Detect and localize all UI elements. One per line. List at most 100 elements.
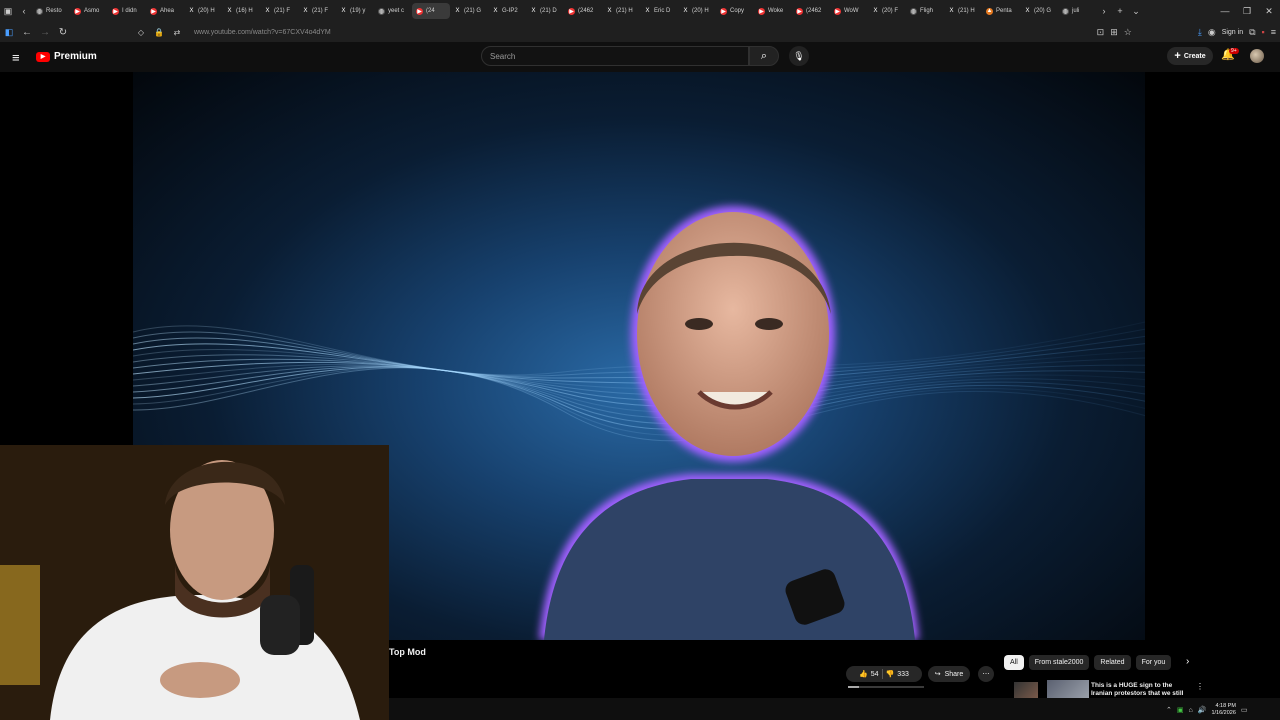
tab[interactable]: ▶ (24 xyxy=(412,3,450,19)
youtube-icon: ▶ xyxy=(758,7,765,15)
create-label: Create xyxy=(1183,52,1206,60)
download-icon[interactable]: ⤓ xyxy=(1198,27,1202,38)
tab[interactable]: ◍ Resto xyxy=(32,3,70,19)
tab-scroll-left-icon[interactable]: ‹ xyxy=(16,3,32,19)
tab-scroll-right-icon[interactable]: › xyxy=(1096,3,1112,19)
screenshot-icon[interactable]: ⊡ xyxy=(1097,27,1105,38)
connection-icon[interactable]: ⇄ xyxy=(168,22,186,42)
chip[interactable]: Related xyxy=(1094,655,1131,670)
menu-icon[interactable]: ≡ xyxy=(1271,27,1276,37)
tab-strip: ◍ Resto ▶ Asmo ▶ I didn ▶ Ahea X (20) H X (16) H X (2… xyxy=(32,3,1096,19)
tab[interactable]: X (21) F xyxy=(260,3,298,19)
youtube-icon: ▶ xyxy=(796,7,803,15)
tab[interactable]: X Eric D xyxy=(640,3,678,19)
address-right-tools: ⊡ ⊞ ☆ ⤓ ◉ Sign in ⧉ ▪ ≡ xyxy=(1097,22,1276,42)
tab[interactable]: ▶ Woke xyxy=(754,3,792,19)
tab[interactable]: X (21) D xyxy=(526,3,564,19)
tab-label: yeet c xyxy=(388,8,405,14)
tab[interactable]: ▶ (2462 xyxy=(792,3,830,19)
tab[interactable]: ▶ Copy xyxy=(716,3,754,19)
tab[interactable]: X G-IP2 xyxy=(488,3,526,19)
tab[interactable]: ▲ Penta xyxy=(982,3,1020,19)
bookmark-star-icon[interactable]: ☆ xyxy=(1124,27,1132,38)
forward-icon[interactable]: → xyxy=(36,22,54,42)
tab-label: juli xyxy=(1072,8,1080,14)
x-icon: X xyxy=(531,8,536,14)
volume-icon[interactable]: 🔊 xyxy=(1198,706,1207,714)
clock-time: 4:18 PM xyxy=(1215,703,1236,709)
tab[interactable]: ◍ Fligh xyxy=(906,3,944,19)
account-icon[interactable]: ◉ xyxy=(1208,27,1216,38)
tab[interactable]: X (20) F xyxy=(868,3,906,19)
network-icon[interactable]: ⌂ xyxy=(1189,707,1193,714)
tab-label: Eric D xyxy=(654,8,671,14)
tab-actions-icon[interactable]: ▣ xyxy=(0,3,16,19)
ublock-icon[interactable]: ▪ xyxy=(1262,27,1265,37)
system-tray: ⌃ ▣ ⌂ 🔊 4:18 PM 1/16/2026 ▭ xyxy=(1166,700,1280,720)
tab[interactable]: X (20) H xyxy=(184,3,222,19)
sign-in-button[interactable]: Sign in xyxy=(1222,29,1243,36)
tab-label: (21) G xyxy=(464,8,482,14)
youtube-premium-logo[interactable]: ▶ Premium xyxy=(36,51,97,62)
chip[interactable]: For you xyxy=(1135,655,1172,670)
tab-list-icon[interactable]: ⌄ xyxy=(1128,3,1144,19)
notification-center-icon[interactable]: ▭ xyxy=(1241,706,1248,714)
tab[interactable]: X (21) H xyxy=(602,3,640,19)
clock[interactable]: 4:18 PM 1/16/2026 xyxy=(1211,703,1235,717)
tab-label: Woke xyxy=(768,8,784,14)
tab[interactable]: ▶ I didn xyxy=(108,3,146,19)
share-label: Share xyxy=(944,670,964,678)
url-field[interactable]: www.youtube.com/watch?v=67CXV4o4dYM xyxy=(194,29,331,36)
x-icon: X xyxy=(607,8,612,14)
share-group: ↪ Share xyxy=(928,666,970,682)
avatar[interactable] xyxy=(1250,49,1264,63)
chip[interactable]: All xyxy=(1004,655,1024,670)
sidebar-toggle-icon[interactable]: ◧ xyxy=(0,22,18,42)
tab[interactable]: X (16) H xyxy=(222,3,260,19)
tab[interactable]: ▶ Asmo xyxy=(70,3,108,19)
guide-menu-icon[interactable]: ≡ xyxy=(12,50,20,65)
tab[interactable]: X (21) G xyxy=(450,3,488,19)
recommended-video[interactable]: This is a HUGE sign to the Iranian prote… xyxy=(1004,680,1204,698)
tab-label: Ahea xyxy=(160,8,175,14)
tab[interactable]: X (21) H xyxy=(944,3,982,19)
tab[interactable]: X (19) y xyxy=(336,3,374,19)
reader-icon[interactable]: ⊞ xyxy=(1110,27,1118,38)
tab[interactable]: ▶ Ahea xyxy=(146,3,184,19)
back-icon[interactable]: ← xyxy=(18,22,36,42)
dislike-button[interactable]: 👎 333 xyxy=(886,670,909,679)
tray-chevron-icon[interactable]: ⌃ xyxy=(1166,706,1172,714)
voice-search-button[interactable]: 🎙 xyxy=(789,46,809,66)
search-button[interactable]: ⌕ xyxy=(749,46,779,66)
tab-label: (2462 xyxy=(578,8,594,14)
chevron-right-icon[interactable]: › xyxy=(1186,656,1189,667)
tab-label: (19) y xyxy=(350,8,366,14)
minimize-icon[interactable]: — xyxy=(1214,0,1236,22)
lock-icon[interactable]: 🔒 xyxy=(150,22,168,42)
new-tab-icon[interactable]: + xyxy=(1112,3,1128,19)
share-button[interactable]: ↪ Share xyxy=(928,666,970,682)
like-button[interactable]: 👍 54 xyxy=(859,670,879,679)
tab-label: (24 xyxy=(426,8,435,14)
tab[interactable]: X (20) H xyxy=(678,3,716,19)
globe-icon: ◍ xyxy=(1062,7,1069,15)
tray-app-icon[interactable]: ▣ xyxy=(1177,706,1184,714)
chip[interactable]: From stale2000 xyxy=(1028,655,1090,670)
shield-icon[interactable]: ◇ xyxy=(132,22,150,42)
like-count: 54 xyxy=(870,670,879,678)
search-input[interactable]: Search xyxy=(481,46,749,66)
tab[interactable]: ▶ (2462 xyxy=(564,3,602,19)
tab[interactable]: X (20) G xyxy=(1020,3,1058,19)
more-actions-button[interactable]: ⋯ xyxy=(978,666,994,682)
tab[interactable]: X (21) F xyxy=(298,3,336,19)
restore-icon[interactable]: ❐ xyxy=(1236,0,1258,22)
tab[interactable]: ◍ juli xyxy=(1058,3,1096,19)
more-vertical-icon[interactable]: ⋮ xyxy=(1196,682,1204,691)
tab[interactable]: ◍ yeet c xyxy=(374,3,412,19)
close-icon[interactable]: ✕ xyxy=(1258,0,1280,22)
presenter-figure xyxy=(539,206,919,640)
tab[interactable]: ▶ WoW xyxy=(830,3,868,19)
extensions-icon[interactable]: ⧉ xyxy=(1249,27,1255,38)
create-button[interactable]: + Create xyxy=(1167,47,1213,65)
reload-icon[interactable]: ↻ xyxy=(54,22,72,42)
